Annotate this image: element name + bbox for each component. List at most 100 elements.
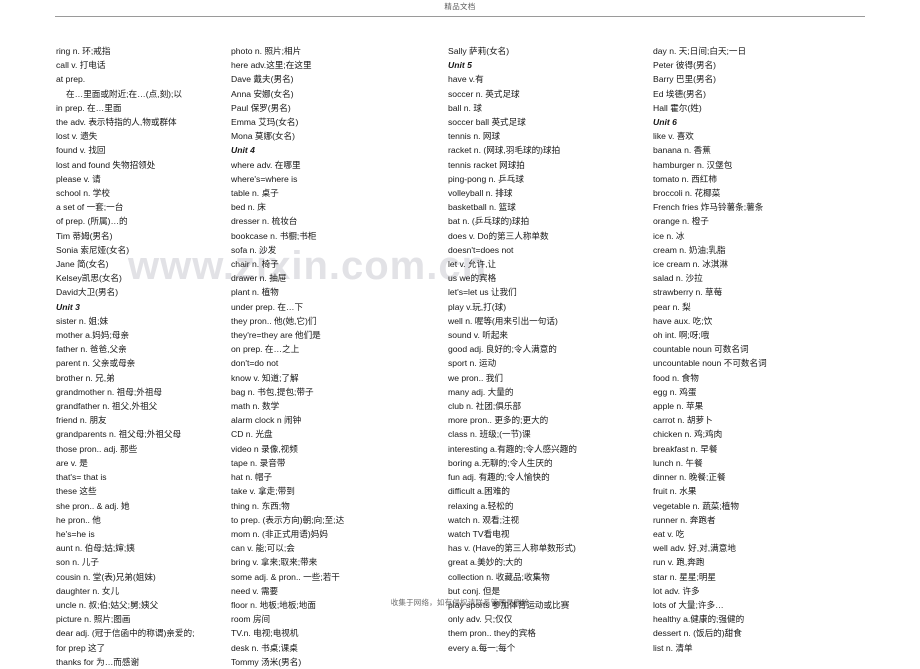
vocabulary-entry: dear adj. (冠于信函中的称谓)亲爱的; — [56, 628, 195, 639]
vocabulary-entry: here adv.这里;在这里 — [231, 60, 312, 71]
vocabulary-entry: run v. 跑,奔跑 — [653, 557, 705, 568]
vocabulary-entry: parent n. 父亲或母亲 — [56, 358, 136, 369]
vocabulary-entry: mom n. (非正式用语)妈妈 — [231, 528, 328, 539]
column-4: day n. 天;日间;白天;一日 Peter 彼得(男名) Barry 巴里(男名… — [647, 44, 920, 669]
vocabulary-entry: strawberry n. 草莓 — [653, 287, 723, 298]
vocabulary-entry: picture n. 照片;图画 — [56, 614, 131, 625]
vocabulary-entry: under prep. 在…下 — [231, 301, 304, 312]
vocabulary-entry: class n. 班级;(一节)课 — [448, 429, 531, 440]
vocabulary-entry: every a.每一;每个 — [448, 642, 516, 653]
vocabulary-entry: Mona 莫娜(女名) — [231, 131, 295, 142]
vocabulary-entry: dessert n. (饭后的)甜食 — [653, 628, 742, 639]
vocabulary-entry: us we的宾格 — [448, 273, 497, 284]
vocabulary-entry: Anna 安娜(女名) — [231, 88, 294, 99]
vocabulary-entry: uncle n. 叔;伯;姑父;舅;姨父 — [56, 599, 159, 610]
vocabulary-entry: grandfather n. 祖父,外祖父 — [56, 401, 158, 412]
vocabulary-entry: relaxing a.轻松的 — [448, 500, 514, 511]
vocabulary-entry: banana n. 香蕉 — [653, 145, 711, 156]
vocabulary-entry: fruit n. 水果 — [653, 486, 697, 497]
unit-heading: Unit 6 — [653, 117, 677, 128]
vocabulary-entry: Dave 戴夫(男名) — [231, 74, 294, 85]
vocabulary-entry: plant n. 植物 — [231, 287, 279, 298]
vocabulary-entry: difficult a.困难的 — [448, 486, 510, 497]
vocabulary-entry: lots of 大量;许多… — [653, 599, 724, 610]
vocabulary-entry: she pron.. & adj. 她 — [56, 500, 130, 511]
vocabulary-entry: dresser n. 梳妆台 — [231, 216, 298, 227]
vocabulary-entry: ring n. 环;戒指 — [56, 46, 111, 56]
vocabulary-entry: at prep. — [56, 74, 86, 85]
vocabulary-entry: tennis racket 网球拍 — [448, 159, 525, 170]
vocabulary-entry: father n. 爸爸,父亲 — [56, 344, 127, 355]
vocabulary-entry: where adv. 在哪里 — [231, 159, 301, 170]
vocabulary-entry: tennis n. 网球 — [448, 131, 501, 142]
vocabulary-entry: star n. 星星;明星 — [653, 571, 717, 582]
vocabulary-entry: let v. 允许,让 — [448, 259, 497, 270]
vocabulary-entry: bring v. 拿来;取来;带来 — [231, 557, 318, 568]
vocabulary-entry: room 房间 — [231, 614, 271, 625]
vocabulary-entry: sport n. 运动 — [448, 358, 497, 369]
vocabulary-entry: collection n. 收藏品;收集物 — [448, 571, 550, 582]
vocabulary-entry: Ed 埃德(男名) — [653, 88, 706, 99]
vocabulary-entry: can v. 能;可以;会 — [231, 543, 295, 554]
vocabulary-entry: bed n. 床 — [231, 202, 266, 213]
vocabulary-entry: countable noun 可数名词 — [653, 344, 749, 355]
vocabulary-columns: ring n. 环;戒指 call v. 打电话 at prep. 在…里面或附近;在… — [0, 44, 920, 669]
vocabulary-entry: food n. 食物 — [653, 372, 699, 383]
vocabulary-entry: math n. 数学 — [231, 401, 280, 412]
vocabulary-entry: hamburger n. 汉堡包 — [653, 159, 733, 170]
vocabulary-entry: fun adj. 有趣的;令人愉快的 — [448, 472, 550, 483]
vocabulary-entry: salad n. 沙拉 — [653, 273, 703, 284]
document-header-title: 精品文档 — [444, 2, 476, 11]
vocabulary-entry: floor n. 地板;地板;地面 — [231, 599, 316, 610]
vocabulary-entry: chair n. 椅子 — [231, 259, 279, 270]
vocabulary-entry: dinner n. 晚餐;正餐 — [653, 472, 726, 483]
vocabulary-entry: are v. 是 — [56, 457, 88, 468]
vocabulary-entry: a set of 一套;一台 — [56, 202, 124, 213]
vocabulary-entry: they're=they are 他们是 — [231, 330, 321, 341]
vocabulary-entry: drawer n. 抽屉 — [231, 273, 287, 284]
vocabulary-entry: where's=where is — [231, 173, 298, 184]
vocabulary-entry: has v. (Have的第三人称单数形式) — [448, 543, 576, 554]
vocabulary-entry: broccoli n. 花椰菜 — [653, 188, 721, 199]
vocabulary-entry: doesn't=does not — [448, 244, 514, 255]
vocabulary-entry: many adj. 大量的 — [448, 386, 514, 397]
vocabulary-entry: well n. 喔等(用来引出一句话) — [448, 315, 558, 326]
vocabulary-entry: alarm clock n 闹钟 — [231, 415, 302, 426]
vocabulary-entry: know v. 知道;了解 — [231, 372, 299, 383]
vocabulary-entry: Peter 彼得(男名) — [653, 60, 717, 71]
vocabulary-entry: boring a.无聊的;令人生厌的 — [448, 457, 553, 468]
column-3: Sally 萨莉(女名) Unit 5 have v.有 soccer n. 英式足球… — [425, 44, 647, 669]
vocabulary-entry: David大卫(男名) — [56, 287, 119, 298]
vocabulary-entry: eat v. 吃 — [653, 528, 685, 539]
vocabulary-entry: tomato n. 西红柿 — [653, 173, 717, 184]
vocabulary-entry: bag n. 书包,提包;带子 — [231, 386, 314, 397]
vocabulary-entry: watch n. 观看;注视 — [448, 514, 520, 525]
vocabulary-entry: racket n. (网球,羽毛球的)球拍 — [448, 145, 561, 156]
vocabulary-entry: Barry 巴里(男名) — [653, 74, 717, 85]
vocabulary-entry: list n. 清单 — [653, 642, 693, 653]
vocabulary-entry: need v. 需要 — [231, 585, 279, 596]
vocabulary-entry: table n. 桌子 — [231, 188, 279, 199]
vocabulary-entry: daughter n. 女儿 — [56, 585, 120, 596]
vocabulary-entry: found v. 找回 — [56, 145, 106, 156]
vocabulary-entry: ball n. 球 — [448, 102, 482, 113]
vocabulary-entry: that's= that is — [56, 472, 107, 483]
vocabulary-entry: well adv. 好,对,满意地 — [653, 543, 736, 554]
vocabulary-entry: ping-pong n. 乒乓球 — [448, 173, 524, 184]
vocabulary-entry: have v.有 — [448, 74, 484, 85]
vocabulary-entry: aunt n. 伯母;姑;婶;姨 — [56, 543, 135, 554]
column-2: photo n. 照片;相片 here adv.这里;在这里 Dave 戴夫(男名)… — [215, 44, 425, 669]
unit-heading: Unit 3 — [56, 301, 80, 312]
vocabulary-entry: Jane 简(女名) — [56, 259, 109, 270]
vocabulary-entry: Paul 保罗(男名) — [231, 102, 291, 113]
document-header: 精品文档 — [0, 0, 920, 22]
vocabulary-entry: grandparents n. 祖父母;外祖父母 — [56, 429, 182, 440]
vocabulary-entry: in prep. 在…里面 — [56, 102, 122, 113]
vocabulary-entry: thing n. 东西;物 — [231, 500, 290, 511]
vocabulary-entry: to prep. (表示方向)朝;向;至;达 — [231, 514, 345, 525]
vocabulary-entry: good adj. 良好的;令人满意的 — [448, 344, 557, 355]
vocabulary-entry: like v. 喜欢 — [653, 131, 694, 142]
vocabulary-entry: tape n. 录音带 — [231, 457, 286, 468]
vocabulary-entry: bookcase n. 书橱;书柜 — [231, 230, 317, 241]
vocabulary-entry: cousin n. 堂(表)兄弟(姐妹) — [56, 571, 156, 582]
